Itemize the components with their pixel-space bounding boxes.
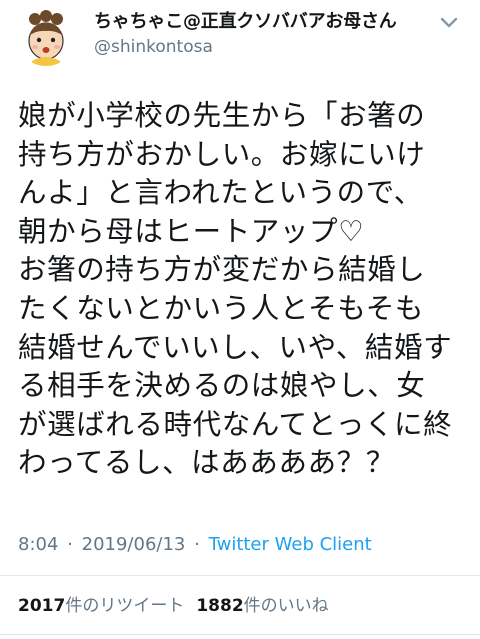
tweet-meta: 8:04 · 2019/06/13 · Twitter Web Client (18, 533, 372, 557)
retweets-label: 件のリツイート (65, 596, 185, 616)
tweet-text-line: 朝から母はヒートアップ♡ (18, 214, 365, 248)
author-names[interactable]: ちゃちゃこ@正直クソババアお母さん @shinkontosa (94, 10, 424, 58)
tweet-date[interactable]: 2019/06/13 (82, 534, 186, 555)
likes-label: 件のいいね (243, 596, 329, 616)
meta-separator: · (194, 534, 200, 555)
tweet-text-line: わってるし、はああああ？？ (18, 446, 395, 480)
tweet-text-line: んよ」と言われたというので、 (18, 176, 423, 210)
tweet-text-line: 娘が小学校の先生から「お箸の (18, 99, 426, 132)
divider (0, 634, 480, 635)
likes-count: 1882 (196, 596, 244, 616)
more-options-button[interactable] (436, 10, 462, 36)
meta-separator: · (67, 534, 73, 555)
tweet-text-line: 持ち方がおかしい。お嫁にいけ (18, 137, 426, 171)
likes-stat[interactable]: 1882件のいいね (196, 596, 328, 616)
tweet-detail: ちゃちゃこ@正直クソババアお母さん @shinkontosa 娘が小学校の先生か… (0, 0, 480, 639)
chevron-down-icon (440, 17, 458, 28)
tweet-text-line: 結婚せんでいいし、いや、結婚す (18, 330, 453, 364)
author-display-name[interactable]: ちゃちゃこ@正直クソババアお母さん (94, 10, 424, 34)
tweet-client-link[interactable]: Twitter Web Client (209, 534, 372, 555)
tweet-text-line: が選ばれる時代なんてとっくに終 (18, 407, 453, 441)
tweet-text-line: お箸の持ち方が変だから結婚し (18, 253, 426, 287)
author-handle[interactable]: @shinkontosa (94, 36, 424, 58)
cartoon-face-avatar-icon (16, 6, 76, 66)
divider (0, 575, 480, 576)
tweet-stats: 2017件のリツイート 1882件のいいね (18, 594, 329, 618)
tweet-text: 娘が小学校の先生から「お箸の 持ち方がおかしい。お嫁にいけ んよ」と言われたとい… (18, 97, 468, 483)
retweets-stat[interactable]: 2017件のリツイート (18, 596, 184, 616)
retweets-count: 2017 (18, 596, 66, 616)
tweet-text-line: る相手を決めるのは娘やし、女 (18, 369, 426, 403)
tweet-text-line: たくないとかいう人とそもそも (18, 291, 424, 325)
tweet-time[interactable]: 8:04 (18, 534, 58, 555)
avatar[interactable] (16, 6, 76, 66)
tweet-header: ちゃちゃこ@正直クソババアお母さん @shinkontosa (16, 6, 464, 66)
